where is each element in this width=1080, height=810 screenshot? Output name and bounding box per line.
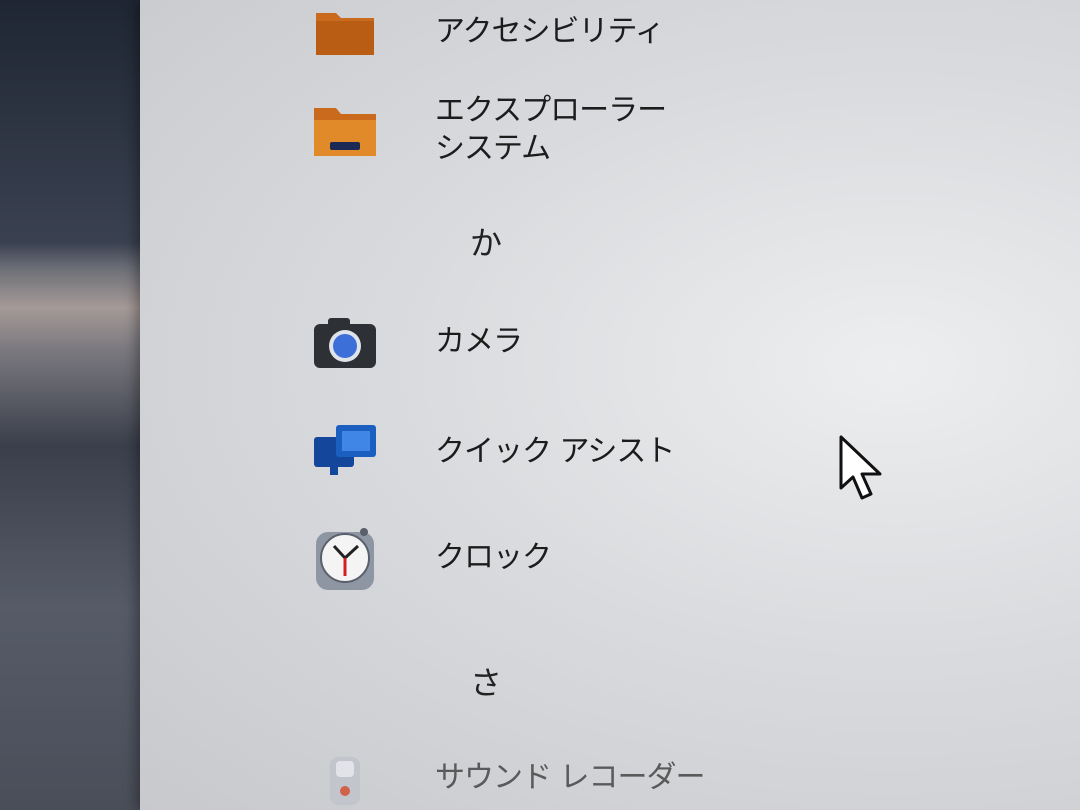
quick-assist-icon: [310, 422, 380, 482]
app-item-accessibility[interactable]: アクセシビリティ: [310, 2, 665, 62]
camera-icon: [310, 312, 380, 372]
app-label-line1: エクスプローラー: [435, 93, 667, 128]
app-label: アクセシビリティ: [435, 14, 665, 49]
sound-recorder-icon: [310, 748, 380, 808]
screen: アクセシビリティ エクスプローラー システム か カメラ クイック アシスト ク…: [0, 0, 1080, 810]
app-label: サウンド レコーダー: [435, 760, 706, 795]
clock-icon: [310, 528, 380, 590]
app-item-sound-recorder[interactable]: サウンド レコーダー: [310, 748, 706, 808]
app-label: クロック: [435, 540, 552, 575]
group-header-ka[interactable]: か: [470, 218, 502, 264]
app-item-camera[interactable]: カメラ: [310, 312, 523, 372]
mouse-pointer-icon: [838, 434, 890, 506]
app-item-explorer-folder[interactable]: エクスプローラー システム: [310, 92, 667, 168]
desktop-wallpaper: [0, 0, 150, 810]
start-menu-all-apps-list: アクセシビリティ エクスプローラー システム か カメラ クイック アシスト ク…: [140, 0, 1080, 810]
app-label-line2: システム: [435, 131, 551, 166]
folder-icon: [310, 100, 380, 160]
app-label: カメラ: [435, 324, 523, 359]
app-item-quick-assist[interactable]: クイック アシスト: [310, 422, 675, 482]
app-item-clock[interactable]: クロック: [310, 528, 552, 590]
group-header-sa[interactable]: さ: [470, 658, 502, 704]
app-label: クイック アシスト: [435, 434, 675, 469]
folder-icon: [310, 2, 380, 62]
app-label: エクスプローラー システム: [435, 92, 667, 168]
